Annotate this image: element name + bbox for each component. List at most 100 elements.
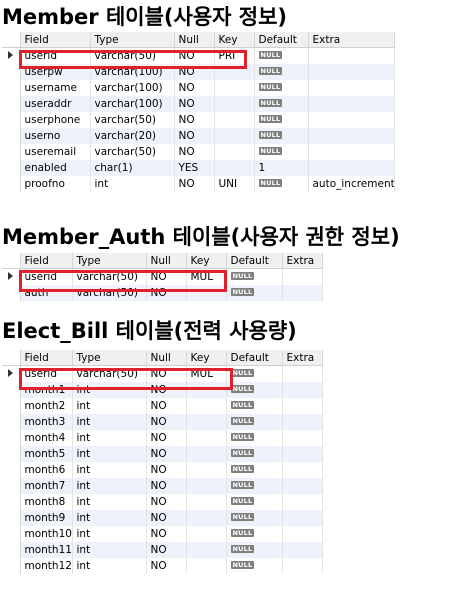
column-header[interactable]: Null [174,32,215,48]
extra-cell[interactable] [282,285,323,301]
key-cell[interactable] [186,478,227,494]
null-cell[interactable]: NO [174,96,215,112]
null-cell[interactable]: NO [146,430,187,446]
row-indicator[interactable] [2,462,21,478]
type-cell[interactable]: int [72,462,147,478]
key-cell[interactable] [186,446,227,462]
current-row-arrow-icon[interactable] [2,268,21,285]
field-cell[interactable]: month6 [20,462,73,478]
null-cell[interactable]: NO [174,80,215,96]
default-cell[interactable]: NULL [226,430,283,446]
key-cell[interactable] [214,112,255,128]
key-cell[interactable] [214,128,255,144]
extra-cell[interactable] [282,542,323,558]
default-cell[interactable]: NULL [226,510,283,526]
field-cell[interactable]: useraddr [20,96,91,112]
field-cell[interactable]: username [20,80,91,96]
table-row[interactable]: month7 int NO NULL [2,478,323,494]
field-cell[interactable]: month9 [20,510,73,526]
table-row[interactable]: userid varchar(50) NO MUL NULL [2,268,323,285]
field-cell[interactable]: auth [20,285,73,301]
type-cell[interactable]: int [72,510,147,526]
key-cell[interactable] [186,510,227,526]
table-row[interactable]: enabled char(1) YES 1 [2,160,395,176]
key-cell[interactable]: UNI [214,176,255,192]
type-cell[interactable]: int [90,176,175,192]
default-cell[interactable]: NULL [254,64,309,80]
type-cell[interactable]: int [72,478,147,494]
table-row[interactable]: userid varchar(50) NO PRI NULL [2,47,395,64]
table-row[interactable]: proofno int NO UNI NULL auto_increment [2,176,395,192]
type-cell[interactable]: int [72,414,147,430]
column-header[interactable]: Key [186,350,227,366]
table-row[interactable]: username varchar(100) NO NULL [2,80,395,96]
row-indicator[interactable] [2,494,21,510]
column-header[interactable]: Null [146,350,187,366]
row-indicator[interactable] [2,526,21,542]
table-row[interactable]: month8 int NO NULL [2,494,323,510]
null-cell[interactable]: NO [174,112,215,128]
key-cell[interactable] [186,462,227,478]
type-cell[interactable]: varchar(100) [90,64,175,80]
extra-cell[interactable] [308,160,395,176]
field-cell[interactable]: useremail [20,144,91,160]
null-cell[interactable]: NO [146,526,187,542]
default-cell[interactable]: NULL [226,414,283,430]
extra-cell[interactable] [308,144,395,160]
column-header[interactable]: Type [72,350,147,366]
table-row[interactable]: month11 int NO NULL [2,542,323,558]
row-indicator[interactable] [2,64,21,80]
table-row[interactable]: userno varchar(20) NO NULL [2,128,395,144]
default-cell[interactable]: 1 [254,160,309,176]
key-cell[interactable] [214,160,255,176]
row-indicator[interactable] [2,430,21,446]
row-indicator[interactable] [2,80,21,96]
null-cell[interactable]: NO [146,365,187,382]
type-cell[interactable]: varchar(100) [90,80,175,96]
null-cell[interactable]: NO [146,510,187,526]
table-row[interactable]: month10 int NO NULL [2,526,323,542]
default-cell[interactable]: NULL [254,144,309,160]
row-indicator[interactable] [2,176,21,192]
table-row[interactable]: month12 int NO NULL [2,558,323,574]
field-cell[interactable]: month3 [20,414,73,430]
row-indicator[interactable] [2,478,21,494]
default-cell[interactable]: NULL [226,365,283,382]
row-indicator[interactable] [2,285,21,301]
null-cell[interactable]: NO [174,64,215,80]
row-indicator[interactable] [2,558,21,574]
default-cell[interactable]: NULL [254,96,309,112]
row-indicator[interactable] [2,112,21,128]
null-cell[interactable]: NO [146,494,187,510]
field-cell[interactable]: month1 [20,382,73,398]
default-cell[interactable]: NULL [254,112,309,128]
row-indicator[interactable] [2,160,21,176]
row-indicator[interactable] [2,398,21,414]
extra-cell[interactable] [308,80,395,96]
default-cell[interactable]: NULL [226,526,283,542]
key-cell[interactable]: MUL [186,268,227,285]
extra-cell[interactable] [282,382,323,398]
field-cell[interactable]: month11 [20,542,73,558]
key-cell[interactable] [186,430,227,446]
row-indicator[interactable] [2,382,21,398]
extra-cell[interactable] [282,268,323,285]
column-header[interactable]: Type [90,32,175,48]
field-cell[interactable]: month8 [20,494,73,510]
row-indicator[interactable] [2,542,21,558]
field-cell[interactable]: userid [20,365,73,382]
column-header[interactable]: Field [20,350,73,366]
column-header[interactable]: Extra [282,253,323,269]
row-indicator[interactable] [2,128,21,144]
key-cell[interactable] [186,285,227,301]
column-header[interactable]: Extra [308,32,395,48]
null-cell[interactable]: NO [146,478,187,494]
key-cell[interactable] [186,526,227,542]
column-header[interactable]: Extra [282,350,323,366]
key-cell[interactable] [186,414,227,430]
row-indicator[interactable] [2,96,21,112]
type-cell[interactable]: int [72,382,147,398]
extra-cell[interactable] [282,478,323,494]
table-row[interactable]: userpw varchar(100) NO NULL [2,64,395,80]
extra-cell[interactable] [308,96,395,112]
